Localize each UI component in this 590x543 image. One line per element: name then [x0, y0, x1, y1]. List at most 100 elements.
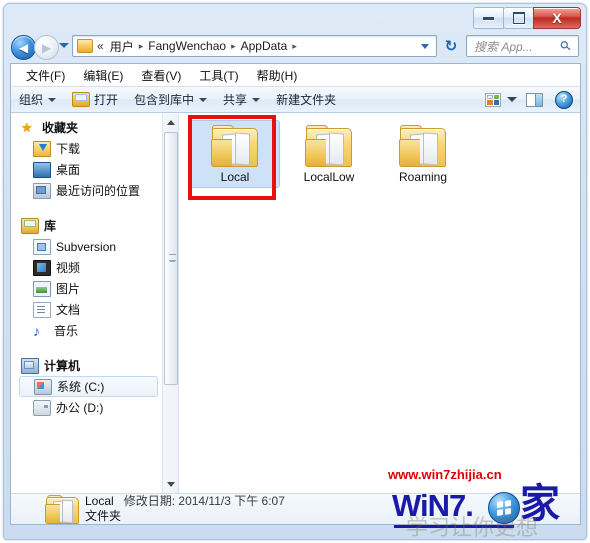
annotation-highlight-box: [188, 115, 276, 200]
maximize-button[interactable]: [503, 7, 534, 29]
system-drive-icon: [34, 378, 52, 395]
download-icon: [33, 140, 51, 157]
folder-icon: [398, 125, 448, 167]
chevron-down-icon: [199, 97, 208, 102]
sidebar-item-label: 系统 (C:): [57, 380, 105, 394]
forward-button[interactable]: ▶: [34, 35, 59, 60]
refresh-button[interactable]: ↻: [442, 38, 460, 55]
organize-label: 组织: [19, 93, 44, 107]
watermark-url: www.win7zhijia.cn: [388, 467, 502, 482]
menu-file[interactable]: 文件(F): [17, 65, 74, 86]
history-dropdown-icon[interactable]: [59, 43, 69, 48]
folder-icon: [77, 39, 93, 53]
navigation-scrollbar[interactable]: [163, 114, 179, 493]
open-folder-icon: [72, 92, 91, 107]
recent-places-icon: [33, 182, 51, 199]
scroll-up-button[interactable]: [163, 114, 179, 131]
menu-tools[interactable]: 工具(T): [190, 65, 247, 86]
include-in-library-button[interactable]: 包含到库中: [126, 88, 215, 111]
sidebar-item-system-drive[interactable]: 系统 (C:): [19, 376, 158, 397]
title-bar: X: [4, 4, 586, 31]
sidebar-item-label: 桌面: [56, 163, 81, 177]
sidebar-item-music[interactable]: ♪ 音乐: [11, 320, 162, 341]
breadcrumb-separator-icon[interactable]: ▸: [292, 41, 297, 52]
star-icon: ★: [21, 119, 33, 135]
new-folder-label: 新建文件夹: [276, 93, 337, 107]
sidebar-item-libraries[interactable]: 库: [11, 215, 162, 236]
file-list-area[interactable]: Local LocalLow Roaming: [180, 114, 580, 493]
folder-icon: [304, 125, 354, 167]
sidebar-item-pictures[interactable]: 图片: [11, 278, 162, 299]
menu-view[interactable]: 查看(V): [132, 65, 190, 86]
sidebar-item-computer[interactable]: 计算机: [11, 355, 162, 376]
explorer-window: X ◀ ▶ « 用户 ▸ FangWenchao ▸ AppData ▸ ↻ 搜…: [3, 3, 587, 540]
music-icon: ♪: [33, 322, 40, 339]
sidebar-item-desktop[interactable]: 桌面: [11, 159, 162, 180]
share-button[interactable]: 共享: [215, 88, 268, 111]
window-controls: X: [473, 7, 581, 29]
close-button[interactable]: X: [533, 7, 581, 29]
sidebar-item-label: 图片: [56, 282, 81, 296]
file-item-locallow[interactable]: LocalLow: [284, 120, 374, 188]
documents-icon: [33, 301, 51, 318]
new-folder-button[interactable]: 新建文件夹: [268, 88, 344, 111]
scrollbar-thumb[interactable]: [164, 132, 178, 385]
breadcrumb-item-appdata[interactable]: AppData: [239, 38, 290, 54]
organize-button[interactable]: 组织: [11, 88, 64, 111]
details-modified-value: 2014/11/3 下午 6:07: [178, 494, 285, 508]
sidebar-item-favorites[interactable]: ★ 收藏夹: [11, 117, 162, 138]
open-button[interactable]: 打开: [64, 88, 126, 111]
address-bar[interactable]: « 用户 ▸ FangWenchao ▸ AppData ▸: [72, 35, 437, 57]
address-row: ◀ ▶ « 用户 ▸ FangWenchao ▸ AppData ▸ ↻ 搜索 …: [4, 31, 586, 62]
watermark-ghost-text: 学习让你更想: [406, 516, 539, 541]
subversion-icon: [33, 238, 51, 255]
sidebar-item-label: 下载: [56, 142, 81, 156]
navigation-pane: ★ 收藏夹 下载 桌面 最近访问的位置 库 Subversion 视频 图片 文…: [11, 114, 163, 493]
sidebar-item-label: 库: [44, 219, 57, 233]
close-icon: X: [552, 10, 562, 26]
breadcrumb-separator-icon[interactable]: ▸: [139, 41, 144, 52]
sidebar-item-label: 计算机: [44, 359, 81, 373]
chevron-down-icon: [252, 97, 261, 102]
file-item-roaming[interactable]: Roaming: [378, 120, 468, 188]
command-bar-right: ?: [485, 90, 580, 109]
desktop-icon: [33, 161, 51, 178]
nav-group-computer: 计算机 系统 (C:) 办公 (D:): [11, 355, 162, 418]
minimize-button[interactable]: [473, 7, 504, 29]
chevron-down-icon[interactable]: [507, 97, 517, 102]
sidebar-item-label: 音乐: [54, 324, 79, 338]
help-icon[interactable]: ?: [555, 90, 573, 109]
back-arrow-icon: ◀: [18, 40, 29, 55]
sidebar-item-documents[interactable]: 文档: [11, 299, 162, 320]
view-mode-icon[interactable]: [485, 92, 501, 107]
breadcrumb-separator-icon[interactable]: ▸: [231, 41, 236, 52]
sidebar-item-downloads[interactable]: 下载: [11, 138, 162, 159]
sidebar-item-office-drive[interactable]: 办公 (D:): [11, 397, 162, 418]
maximize-icon: [512, 12, 525, 24]
sidebar-item-subversion[interactable]: Subversion: [11, 236, 162, 257]
menu-bar: 文件(F) 编辑(E) 查看(V) 工具(T) 帮助(H): [11, 64, 580, 86]
preview-pane-icon[interactable]: [526, 92, 543, 107]
nav-group-libraries: 库 Subversion 视频 图片 文档 ♪ 音乐: [11, 215, 162, 341]
sidebar-item-videos[interactable]: 视频: [11, 257, 162, 278]
back-button[interactable]: ◀: [11, 35, 36, 60]
forward-arrow-icon: ▶: [41, 40, 52, 55]
search-box[interactable]: 搜索 App... ⚲: [466, 35, 579, 57]
chevron-down-icon: [167, 482, 175, 487]
folder-icon: [45, 495, 79, 524]
breadcrumb-item-fangwenchao[interactable]: FangWenchao: [146, 38, 228, 54]
details-modified-label: 修改日期:: [123, 494, 176, 508]
search-input[interactable]: 搜索 App...: [474, 38, 533, 55]
address-dropdown-icon[interactable]: [421, 43, 429, 49]
sidebar-item-label: 视频: [56, 261, 81, 275]
menu-edit[interactable]: 编辑(E): [74, 65, 132, 86]
sidebar-item-recent-places[interactable]: 最近访问的位置: [11, 180, 162, 201]
chevron-down-icon: [48, 97, 57, 102]
menu-help[interactable]: 帮助(H): [248, 65, 307, 86]
breadcrumb-item-users[interactable]: 用户: [108, 37, 136, 56]
scroll-down-button[interactable]: [163, 476, 179, 493]
drive-icon: [33, 399, 51, 416]
breadcrumb-overflow-icon[interactable]: «: [97, 39, 104, 53]
